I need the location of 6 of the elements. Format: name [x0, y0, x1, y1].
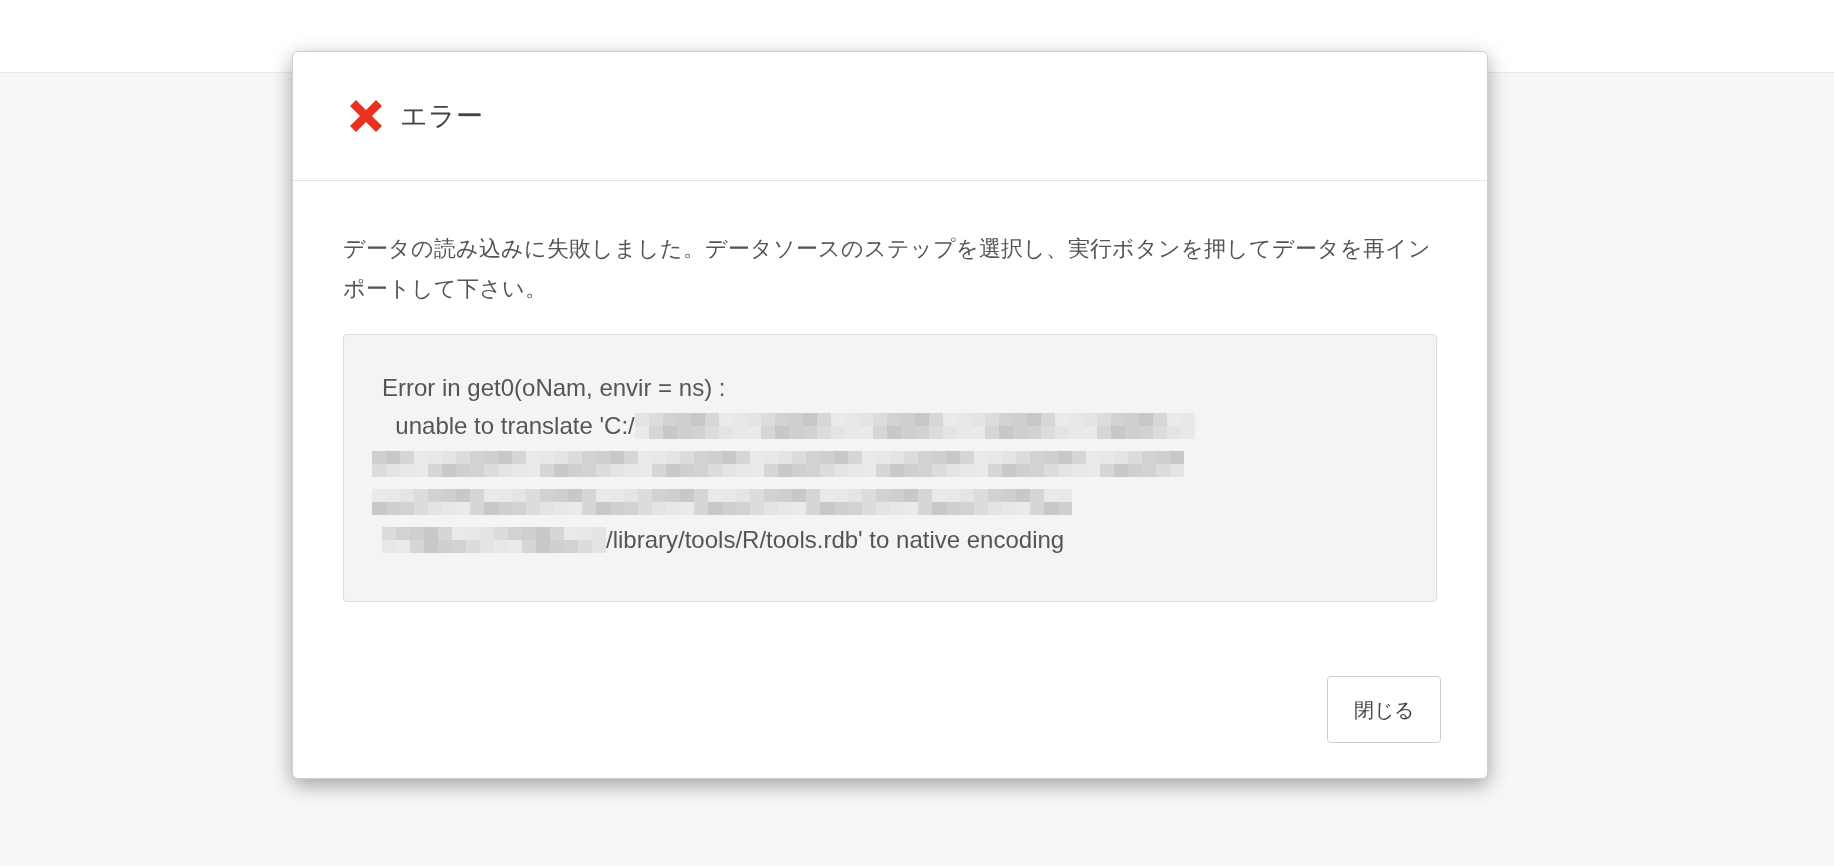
error-text: Error in get0(oNam, envir = ns) : [382, 373, 726, 403]
error-text: /library/tools/R/tools.rdb' to native encoding [606, 525, 1065, 555]
error-text: unable to translate 'C:/ [394, 411, 635, 441]
dialog-title: エラー [400, 99, 483, 133]
error-message: データの読み込みに失敗しました。データソースのステップを選択し、実行ボタンを押してデータを再インポートして下さい。 [343, 235, 1432, 303]
close-button[interactable]: 閉じる [1327, 676, 1441, 743]
